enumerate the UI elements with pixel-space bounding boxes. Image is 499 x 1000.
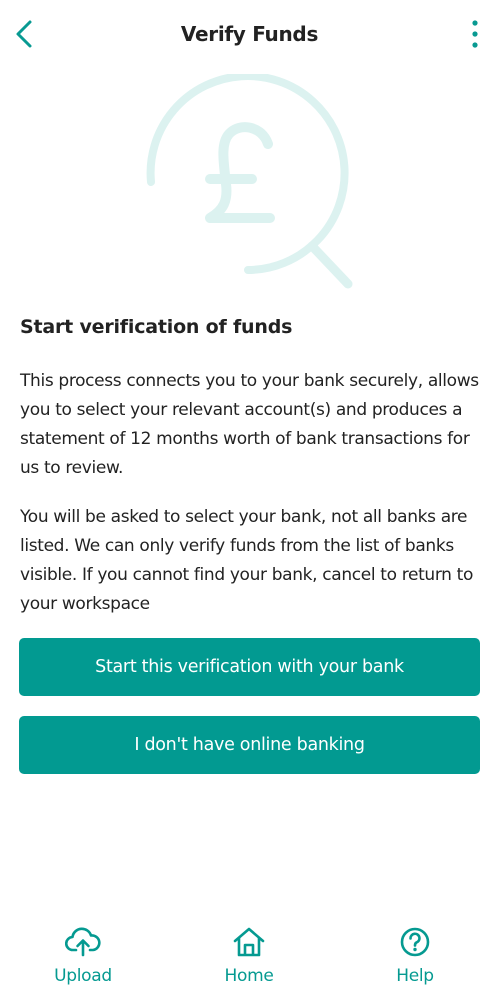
more-vertical-icon	[472, 20, 478, 48]
nav-label-help: Help	[396, 966, 434, 986]
nav-item-help[interactable]: Help	[360, 926, 470, 986]
nav-label-upload: Upload	[54, 966, 112, 986]
nav-item-upload[interactable]: Upload	[28, 926, 138, 986]
hero-illustration	[140, 72, 360, 294]
bottom-navigation: Upload Home Help	[0, 920, 499, 1000]
pound-search-icon	[146, 72, 353, 289]
more-options-button[interactable]	[463, 18, 487, 52]
start-verification-label: Start this verification with your bank	[95, 657, 404, 677]
intro-paragraph: This process connects you to your bank s…	[20, 371, 479, 478]
app-header: Verify Funds	[0, 0, 499, 72]
page-title: Verify Funds	[180, 22, 319, 46]
section-heading: Start verification of funds	[20, 316, 293, 338]
help-circle-icon	[400, 927, 430, 957]
info-paragraph: You will be asked to select your bank, n…	[20, 507, 474, 614]
no-online-banking-label: I don't have online banking	[134, 735, 365, 755]
nav-item-home[interactable]: Home	[194, 926, 304, 986]
start-verification-button[interactable]: Start this verification with your bank	[19, 638, 480, 696]
no-online-banking-button[interactable]: I don't have online banking	[19, 716, 480, 774]
nav-label-home: Home	[224, 966, 274, 986]
home-icon	[233, 927, 265, 957]
cloud-upload-icon	[65, 927, 101, 957]
